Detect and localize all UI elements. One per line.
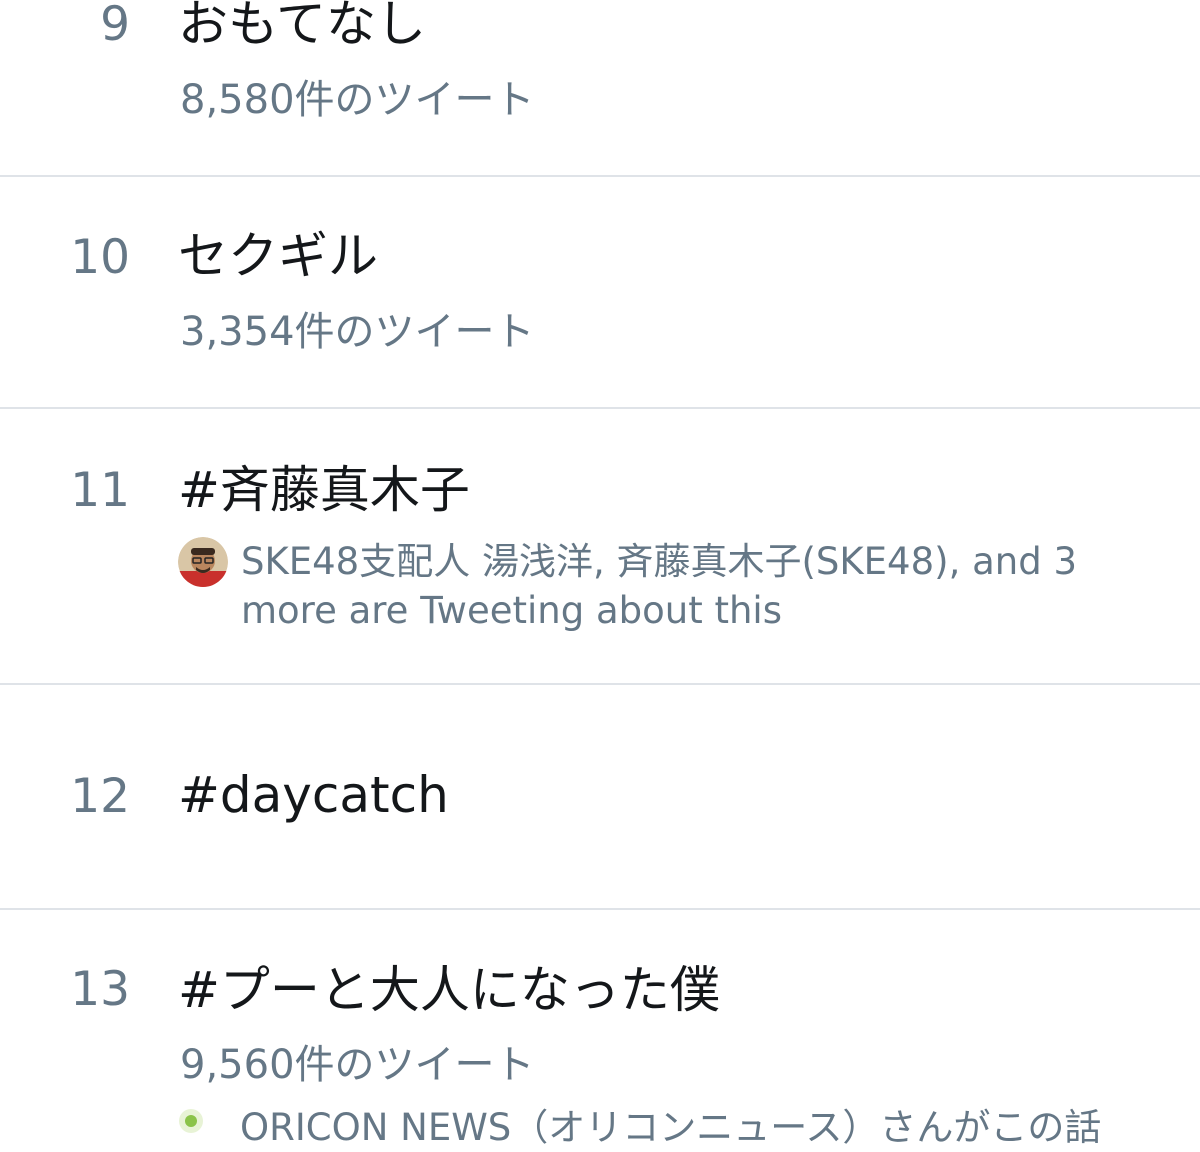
trend-rank: 11	[70, 463, 130, 518]
trend-item-9[interactable]: 9 おもてなし 8,580件のツイート	[0, 0, 1200, 176]
trend-title: #斉藤真木子	[178, 461, 470, 519]
trend-item-11[interactable]: 11 #斉藤真木子 SKE48支配人 湯浅洋, 斉藤真木子(SKE48), an…	[0, 409, 1200, 683]
avatar-icon	[178, 537, 228, 587]
trend-tweet-count: 3,354件のツイート	[180, 309, 535, 355]
trend-item-13[interactable]: 13 #プーと大人になった僕 9,560件のツイート	[0, 910, 1200, 1119]
trend-title: #daycatch	[178, 766, 449, 824]
trend-item-10[interactable]: 10 セクギル 3,354件のツイート	[0, 177, 1200, 408]
trend-tweet-count: 8,580件のツイート	[180, 77, 535, 123]
trend-tweet-count: 9,560件のツイート	[180, 1042, 535, 1088]
trend-rank: 10	[70, 230, 130, 285]
trend-item-12[interactable]: 12 #daycatch	[0, 685, 1200, 908]
trend-title: おもてなし	[178, 0, 426, 53]
trend-title: セクギル	[178, 227, 378, 285]
trend-context-text: ORICON NEWS（オリコンニュース）さんがこの話	[240, 1106, 1102, 1149]
trend-rank: 12	[70, 769, 130, 824]
trend-context-text: SKE48支配人 湯浅洋, 斉藤真木子(SKE48), and 3 more a…	[241, 540, 1078, 632]
trends-list: 9 おもてなし 8,580件のツイート 10 セクギル 3,354件のツイート …	[0, 0, 1200, 1149]
trend-title: #プーと大人になった僕	[178, 961, 720, 1019]
avatar-icon	[178, 1108, 204, 1134]
trend-rank: 9	[100, 0, 130, 52]
trend-rank: 13	[70, 962, 130, 1017]
